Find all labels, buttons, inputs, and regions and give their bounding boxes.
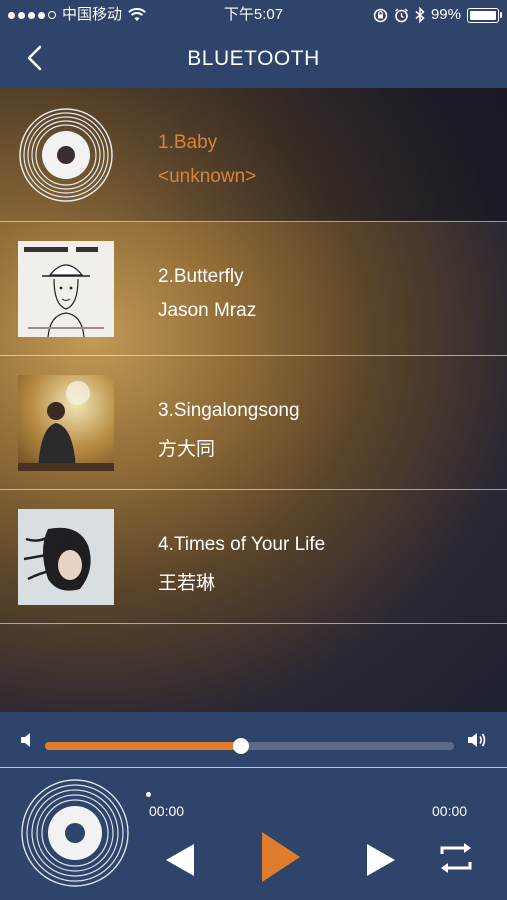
- progress-dot[interactable]: [146, 792, 151, 797]
- app-root: 中国移动 下午5:07 99% BLUETOOTH 1.Baby <unknow…: [0, 0, 507, 900]
- header: BLUETOOTH: [0, 30, 507, 88]
- total-time: 00:00: [432, 803, 468, 819]
- repeat-icon[interactable]: [434, 838, 478, 878]
- vinyl-disc-icon: [21, 779, 129, 887]
- elapsed-time: 00:00: [149, 803, 185, 819]
- track-row[interactable]: 2.Butterfly Jason Mraz: [0, 222, 507, 356]
- track-artist: <unknown>: [158, 166, 257, 187]
- track-row[interactable]: 1.Baby <unknown>: [0, 88, 507, 222]
- track-name: 1.Baby: [158, 132, 218, 153]
- volume-slider-fill: [45, 742, 242, 750]
- track-artist: 王若琳: [158, 573, 216, 594]
- track-row[interactable]: 3.Singalongsong 方大同: [0, 356, 507, 490]
- bluetooth-icon: [415, 7, 425, 23]
- volume-slider-thumb[interactable]: [233, 738, 250, 754]
- track-artist: Jason Mraz: [158, 300, 257, 321]
- rotation-lock-icon: [373, 8, 388, 22]
- player-bar: 00:00 00:00: [0, 768, 507, 900]
- track-list[interactable]: 1.Baby <unknown> 2.Butterfly Jason Mraz: [0, 88, 507, 712]
- album-cover-image: [18, 375, 114, 471]
- track-name: 3.Singalongsong: [158, 400, 300, 421]
- status-right: 99%: [373, 0, 502, 30]
- track-name: 4.Times of Your Life: [158, 534, 326, 555]
- track-name: 2.Butterfly: [158, 266, 244, 287]
- album-cover-image: [18, 509, 114, 605]
- volume-bar: [0, 712, 507, 767]
- vinyl-disc-icon: [19, 108, 113, 202]
- previous-button[interactable]: [162, 842, 198, 878]
- album-cover-image: [18, 241, 114, 337]
- status-bar: 中国移动 下午5:07 99%: [0, 0, 507, 30]
- volume-low-icon: [21, 733, 30, 747]
- battery-icon: [467, 7, 502, 23]
- track-row[interactable]: 4.Times of Your Life 王若琳: [0, 490, 507, 624]
- play-button[interactable]: [258, 830, 302, 884]
- battery-percent: 99%: [430, 6, 461, 23]
- track-artist: 方大同: [158, 439, 216, 460]
- volume-slider[interactable]: [45, 738, 454, 754]
- alarm-icon: [395, 7, 408, 22]
- page-title: BLUETOOTH: [187, 47, 320, 70]
- top-bar: 中国移动 下午5:07 99% BLUETOOTH: [0, 0, 507, 88]
- volume-high-icon: [468, 733, 486, 747]
- next-button[interactable]: [363, 842, 399, 878]
